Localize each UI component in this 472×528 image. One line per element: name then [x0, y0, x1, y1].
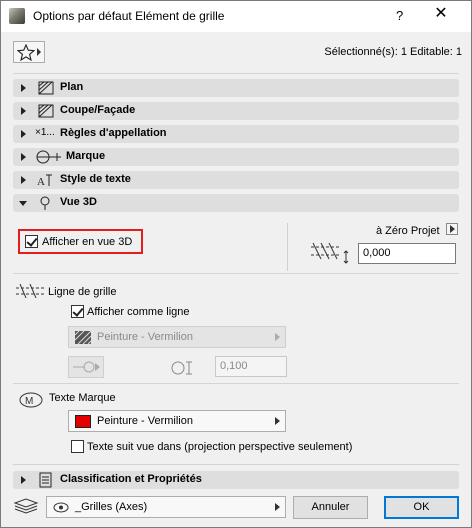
text-style-icon: A [37, 174, 52, 188]
app-icon [9, 8, 25, 24]
layers-icon [13, 498, 39, 514]
dialog-window: Options par défaut Elément de grille ? ✕… [0, 0, 472, 528]
grid-line-icon [16, 284, 46, 298]
chevron-right-icon [275, 333, 280, 341]
cancel-button[interactable]: Annuler [293, 496, 368, 519]
text-follows-view-checkbox[interactable] [71, 440, 84, 453]
panel-marque[interactable]: Marque [13, 148, 459, 166]
help-button[interactable]: ? [396, 8, 403, 23]
elevation-field[interactable]: 0,000 [358, 243, 456, 264]
divider [13, 73, 459, 74]
marker-text-pen-label: Peinture - Vermilion [97, 415, 193, 427]
chevron-down-icon [19, 201, 27, 206]
chevron-right-icon [21, 153, 26, 161]
panel-plan[interactable]: Plan [13, 79, 459, 97]
panel-marque-label: Marque [66, 150, 106, 162]
chevron-right-icon [21, 107, 26, 115]
thickness-icon [171, 361, 192, 375]
panel-vue-3d[interactable]: Vue 3D [13, 194, 459, 212]
panel-style-label: Style de texte [60, 173, 131, 185]
divider [13, 273, 459, 274]
naming-rules-icon: ×1... [35, 127, 55, 138]
section-icon [38, 104, 54, 118]
show-3d-checkbox[interactable] [25, 235, 38, 248]
layer-label: _Grilles (Axes) [75, 501, 148, 513]
text-follows-view-label: Texte suit vue dans (projection perspect… [87, 441, 353, 453]
chevron-right-icon [450, 225, 455, 233]
panel-regles-label: Règles d'appellation [60, 127, 167, 139]
zero-project-dropdown[interactable] [446, 223, 458, 235]
chevron-right-icon [21, 84, 26, 92]
show-as-line-checkbox[interactable] [71, 305, 84, 318]
grid-line-section-label: Ligne de grille [48, 286, 117, 298]
grid-line-pen-dropdown[interactable]: Peinture - Vermilion [68, 326, 286, 348]
panel-plan-label: Plan [60, 81, 84, 93]
chevron-right-icon [275, 417, 280, 425]
chevron-right-icon [21, 476, 26, 484]
marker-text-pen-dropdown[interactable]: Peinture - Vermilion [68, 410, 286, 432]
chevron-right-icon [95, 363, 100, 371]
hatch-icon [75, 331, 91, 344]
panel-classification-label: Classification et Propriétés [60, 473, 202, 485]
star-icon [17, 44, 35, 61]
thickness-field[interactable]: 0,100 [215, 356, 287, 377]
selection-info: Sélectionné(s): 1 Editable: 1 [324, 46, 462, 58]
divider [13, 383, 459, 384]
pen-color-swatch [75, 415, 91, 428]
panel-vue-3d-label: Vue 3D [60, 196, 97, 208]
show-3d-label: Afficher en vue 3D [42, 236, 133, 248]
window-title: Options par défaut Elément de grille [33, 9, 225, 23]
close-button[interactable]: ✕ [431, 4, 451, 24]
show-as-line-label: Afficher comme ligne [87, 306, 190, 318]
plan-icon [38, 81, 54, 95]
svg-text:A: A [37, 176, 45, 188]
3d-view-icon [40, 196, 50, 210]
marker-text-icon: M [19, 392, 43, 408]
zero-project-label: à Zéro Projet [376, 225, 440, 237]
eye-icon [53, 502, 69, 513]
svg-text:M: M [25, 396, 33, 407]
ok-button[interactable]: OK [384, 496, 459, 519]
chevron-right-icon [21, 130, 26, 138]
panel-coupe-facade[interactable]: Coupe/Façade [13, 102, 459, 120]
marker-icon [36, 150, 61, 164]
marker-text-section-label: Texte Marque [49, 392, 116, 404]
grid-line-pen-label: Peinture - Vermilion [97, 331, 193, 343]
line-end-dropdown[interactable] [68, 356, 104, 378]
panel-coupe-label: Coupe/Façade [60, 104, 136, 116]
chevron-right-icon [275, 503, 280, 511]
title-bar: Options par défaut Elément de grille ? ✕ [1, 1, 471, 32]
document-icon [39, 472, 52, 488]
favorites-button[interactable] [13, 41, 45, 63]
divider-vertical [287, 223, 288, 271]
line-end-icon [73, 361, 95, 373]
panel-style-texte[interactable]: A Style de texte [13, 171, 459, 189]
layer-dropdown[interactable]: _Grilles (Axes) [46, 496, 286, 518]
chevron-right-icon [21, 176, 26, 184]
divider [13, 464, 459, 465]
panel-regles-appellation[interactable]: ×1... Règles d'appellation [13, 125, 459, 143]
chevron-right-icon [37, 48, 41, 56]
panel-classification[interactable]: Classification et Propriétés [13, 471, 459, 489]
elevation-icon [311, 242, 349, 264]
